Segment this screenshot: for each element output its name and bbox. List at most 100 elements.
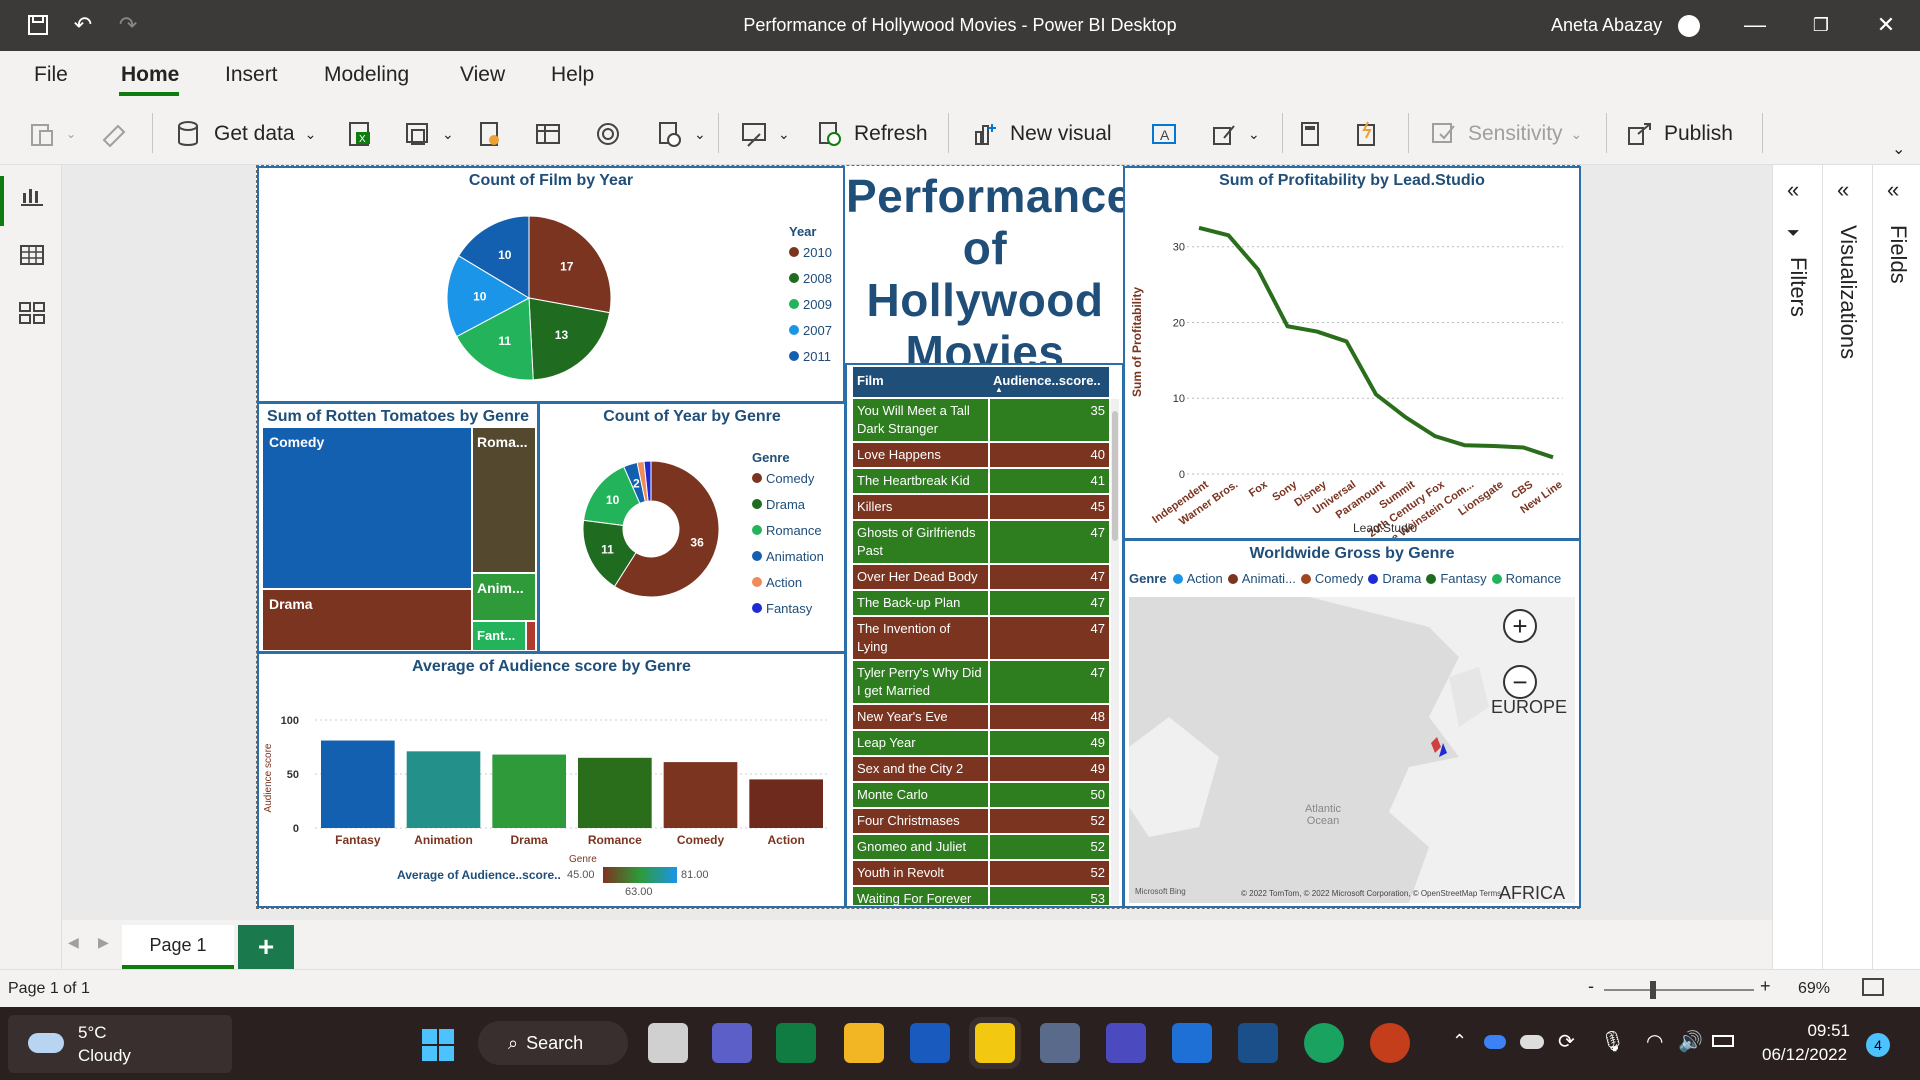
table-row[interactable]: New Year's Eve 48	[853, 704, 1109, 731]
table-row[interactable]: Love Happens 40	[853, 442, 1109, 469]
map-legend-item[interactable]: Animati...	[1227, 571, 1296, 586]
format-painter-icon[interactable]	[100, 119, 138, 149]
col-header-score[interactable]: Audience..score.. ▲	[989, 367, 1109, 397]
bar-chart-visual[interactable]: Average of Audience score by Genre 100 50…	[257, 652, 846, 908]
transform-icon[interactable]: ⌄	[740, 119, 790, 149]
table-row[interactable]: The Heartbreak Kid 41	[853, 468, 1109, 495]
table-row[interactable]: Gnomeo and Juliet 52	[853, 834, 1109, 861]
filters-label[interactable]: Filters	[1785, 257, 1811, 317]
start-icon[interactable]	[420, 1027, 456, 1063]
onedrive-icon[interactable]	[1484, 1035, 1506, 1049]
refresh-button[interactable]: Refresh	[816, 119, 928, 149]
table-row[interactable]: Waiting For Forever 53	[853, 886, 1109, 905]
dataset-icon[interactable]: ⌄	[404, 119, 454, 149]
map-area[interactable]: EUROPE Atlantic Ocean AFRICA Microsoft B…	[1129, 597, 1575, 903]
avatar[interactable]	[1678, 15, 1700, 37]
fit-to-page-icon[interactable]	[1862, 978, 1884, 996]
menu-help[interactable]: Help	[551, 63, 594, 87]
table-row[interactable]: Four Christmases 52	[853, 808, 1109, 835]
clock-time[interactable]: 09:51	[1790, 1021, 1850, 1041]
collapse-visualizations-icon[interactable]: «	[1837, 177, 1849, 203]
wifi-icon[interactable]: ◠	[1646, 1029, 1663, 1054]
table-row[interactable]: You Will Meet a Tall Dark Stranger 35	[853, 399, 1109, 443]
film-table-visual[interactable]: Film Audience..score.. ▲ You Will Meet a …	[845, 363, 1124, 908]
fields-label[interactable]: Fields	[1885, 225, 1911, 284]
settings-app-icon[interactable]	[1106, 1023, 1146, 1063]
bar[interactable]	[406, 751, 481, 828]
zoom-in-icon[interactable]: +	[1503, 609, 1537, 643]
ssms-icon[interactable]	[1238, 1023, 1278, 1063]
clock-date[interactable]: 06/12/2022	[1762, 1045, 1847, 1065]
map-legend-item[interactable]: Drama	[1368, 571, 1421, 586]
treemap-visual[interactable]: Sum of Rotten Tomatoes by Genre Comedy D…	[257, 402, 539, 653]
donut-legend-item[interactable]: Comedy	[752, 465, 824, 491]
col-header-film[interactable]: Film	[853, 367, 989, 397]
collapse-filters-icon[interactable]: «	[1787, 177, 1799, 203]
word-icon[interactable]	[910, 1023, 950, 1063]
bar[interactable]	[321, 740, 395, 828]
menu-insert[interactable]: Insert	[225, 63, 278, 87]
mail-icon[interactable]	[1172, 1023, 1212, 1063]
line-series[interactable]	[1198, 225, 1554, 460]
text-box-icon[interactable]: A	[1150, 119, 1188, 149]
transform-data-icon[interactable]: ⌄	[656, 119, 706, 149]
treemap-tile-romance[interactable]: Roma...	[473, 428, 535, 572]
visualizations-pane[interactable]: « Visualizations	[1822, 165, 1872, 969]
minimize-icon[interactable]: —	[1742, 12, 1768, 38]
bar[interactable]	[492, 754, 566, 828]
file-explorer-icon[interactable]	[844, 1023, 884, 1063]
search-box[interactable]: ⌕ Search	[478, 1021, 628, 1065]
excel-icon[interactable]: X	[346, 119, 384, 149]
page-tab-1[interactable]: Page 1	[122, 925, 234, 969]
menu-view[interactable]: View	[460, 63, 505, 87]
treemap-tile-action[interactable]	[527, 622, 535, 650]
sync-icon[interactable]: ⟳	[1558, 1029, 1575, 1054]
zoom-slider[interactable]	[1604, 989, 1754, 991]
publish-button[interactable]: Publish	[1626, 119, 1733, 149]
power-bi-icon[interactable]	[975, 1023, 1015, 1063]
table-row[interactable]: The Back-up Plan 47	[853, 590, 1109, 617]
line-chart[interactable]: 3020100Sum of ProfitabilityIndependentWa…	[1125, 192, 1579, 538]
bar[interactable]	[578, 757, 652, 828]
quick-measure-icon[interactable]	[1352, 119, 1390, 149]
bar[interactable]	[749, 779, 823, 828]
user-name[interactable]: Aneta Abazay	[1551, 15, 1662, 36]
dataverse-icon[interactable]	[476, 119, 514, 149]
zoom-out-button[interactable]: -	[1588, 976, 1594, 997]
treemap-tile-animation[interactable]: Anim...	[473, 574, 535, 620]
zoom-out-icon[interactable]: −	[1503, 665, 1537, 699]
sensitivity-button[interactable]: Sensitivity ⌄	[1430, 119, 1582, 149]
donut-chart-visual[interactable]: Count of Year by Genre 36 11 10 2 Genre Com…	[538, 402, 846, 653]
collapse-ribbon-icon[interactable]: ⌄	[1892, 139, 1905, 159]
volume-icon[interactable]: 🔊	[1678, 1029, 1703, 1054]
notification-badge[interactable]: 4	[1866, 1033, 1890, 1057]
microphone-icon[interactable]: 🎙	[1600, 1029, 1625, 1054]
line-chart-visual[interactable]: Sum of Profitability by Lead.Studio 30 20…	[1123, 166, 1581, 540]
donut-legend-item[interactable]: Fantasy	[752, 595, 824, 621]
treemap-tile-comedy[interactable]: Comedy	[263, 428, 471, 588]
table-row[interactable]: Tyler Perry's Why Did I get Married 47	[853, 660, 1109, 705]
close-icon[interactable]: ✕	[1873, 12, 1899, 38]
table-row[interactable]: Youth in Revolt 52	[853, 860, 1109, 887]
visualizations-label[interactable]: Visualizations	[1835, 225, 1861, 359]
report-view-icon[interactable]	[18, 181, 46, 209]
map-legend-item[interactable]: Romance	[1491, 571, 1561, 586]
get-data-button[interactable]: Get data ⌄	[176, 119, 316, 149]
recent-sources-icon[interactable]	[594, 119, 632, 149]
menu-home[interactable]: Home	[121, 63, 179, 87]
zoom-slider-thumb[interactable]	[1650, 981, 1656, 999]
edge-icon[interactable]	[1304, 1023, 1344, 1063]
enter-data-icon[interactable]	[534, 119, 572, 149]
donut-chart[interactable]: 36 11 10 2	[576, 454, 726, 604]
show-hidden-icons[interactable]: ⌃	[1452, 1031, 1467, 1052]
pie-legend-item[interactable]: 2010	[789, 239, 832, 265]
excel-app-icon[interactable]	[776, 1023, 816, 1063]
table-row[interactable]: The Invention of Lying 47	[853, 616, 1109, 661]
table-row[interactable]: Killers 45	[853, 494, 1109, 521]
data-view-icon[interactable]	[18, 241, 46, 269]
map-legend-item[interactable]: Comedy	[1300, 571, 1363, 586]
add-page-button[interactable]: +	[238, 925, 294, 969]
treemap-tile-drama[interactable]: Drama	[263, 590, 471, 650]
table-row[interactable]: Sex and the City 2 49	[853, 756, 1109, 783]
donut-legend-item[interactable]: Romance	[752, 517, 824, 543]
